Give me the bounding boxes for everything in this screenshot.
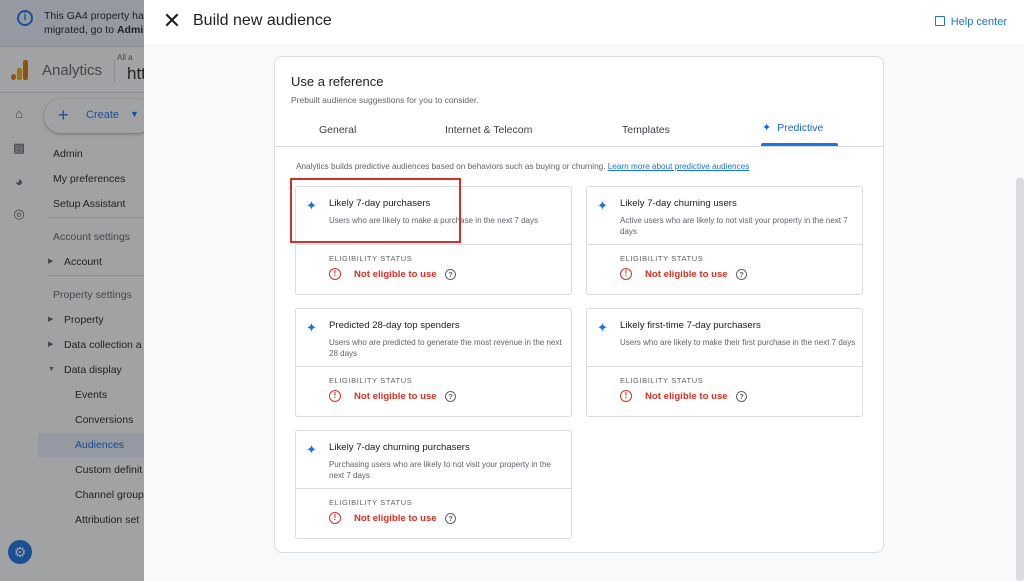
card-title: Likely 7-day churning purchasers: [329, 442, 470, 453]
tab-templates[interactable]: Templates: [622, 124, 670, 136]
panel-subtitle: Prebuilt audience suggestions for you to…: [291, 95, 479, 105]
annotation-highlight-box: [290, 178, 461, 243]
error-circle-icon: !: [329, 512, 341, 524]
eligibility-label: ELIGIBILITY STATUS: [620, 376, 704, 385]
close-icon[interactable]: ✕: [162, 9, 182, 33]
magic-wand-icon: ✦: [597, 320, 608, 335]
predictive-note-text: Analytics builds predictive audiences ba…: [296, 162, 606, 171]
eligibility-label: ELIGIBILITY STATUS: [329, 498, 413, 507]
error-circle-icon: !: [620, 268, 632, 280]
build-audience-dialog: ✕ Build new audience Help center Use a r…: [144, 0, 1024, 581]
card-description: Users who are predicted to generate the …: [329, 338, 562, 358]
card-header: ✦ Likely 7-day churning users Active use…: [587, 187, 862, 245]
card-description: Users who are likely to make their first…: [620, 338, 856, 347]
audience-card-predicted-28-day-top-spenders[interactable]: ✦ Predicted 28-day top spenders Users wh…: [295, 308, 572, 417]
help-circle-icon[interactable]: ?: [445, 269, 456, 280]
tab-general[interactable]: General: [319, 124, 356, 136]
magic-wand-icon: ✦: [762, 122, 772, 134]
predictive-note: Analytics builds predictive audiences ba…: [296, 162, 749, 171]
eligibility-status: Not eligible to use: [354, 513, 437, 524]
card-description: Active users who are likely to not visit…: [620, 216, 848, 236]
error-circle-icon: !: [620, 390, 632, 402]
card-title: Predicted 28-day top spenders: [329, 320, 460, 331]
card-title: Likely first-time 7-day purchasers: [620, 320, 761, 331]
eligibility-status: Not eligible to use: [645, 391, 728, 402]
modal-scrim[interactable]: [0, 0, 144, 581]
eligibility-status: Not eligible to use: [354, 391, 437, 402]
card-header: ✦ Likely 7-day churning purchasers Purch…: [296, 431, 571, 489]
reference-tabs: General Internet & Telecom Templates ✦ Pr…: [275, 114, 883, 147]
eligibility-label: ELIGIBILITY STATUS: [620, 254, 704, 263]
eligibility-label: ELIGIBILITY STATUS: [329, 254, 413, 263]
magic-wand-icon: ✦: [306, 320, 317, 335]
error-circle-icon: !: [329, 268, 341, 280]
card-header: ✦ Likely first-time 7-day purchasers Use…: [587, 309, 862, 367]
scrollbar[interactable]: [1016, 178, 1024, 581]
dialog-title: Build new audience: [193, 12, 332, 29]
magic-wand-icon: ✦: [306, 442, 317, 457]
active-tab-indicator: [761, 143, 838, 146]
card-title: Likely 7-day churning users: [620, 198, 737, 209]
help-center-label: Help center: [950, 16, 1007, 28]
dialog-header: ✕ Build new audience Help center: [144, 0, 1024, 44]
card-description: Purchasing users who are likely to not v…: [329, 460, 551, 480]
magic-wand-icon: ✦: [597, 198, 608, 213]
error-circle-icon: !: [329, 390, 341, 402]
audience-card-likely-7-day-churning-purchasers[interactable]: ✦ Likely 7-day churning purchasers Purch…: [295, 430, 572, 539]
card-header: ✦ Predicted 28-day top spenders Users wh…: [296, 309, 571, 367]
help-circle-icon[interactable]: ?: [736, 391, 747, 402]
tab-internet-telecom[interactable]: Internet & Telecom: [445, 124, 532, 136]
help-circle-icon[interactable]: ?: [736, 269, 747, 280]
help-circle-icon[interactable]: ?: [445, 513, 456, 524]
panel-title: Use a reference: [291, 74, 384, 89]
learn-more-link[interactable]: Learn more about predictive audiences: [608, 162, 750, 171]
tab-predictive-label: Predictive: [777, 122, 824, 134]
tab-predictive[interactable]: ✦ Predictive: [762, 121, 823, 134]
reference-panel: Use a reference Prebuilt audience sugges…: [274, 56, 884, 553]
help-center-link[interactable]: Help center: [934, 15, 1007, 28]
audience-card-likely-7-day-churning-users[interactable]: ✦ Likely 7-day churning users Active use…: [586, 186, 863, 295]
eligibility-status: Not eligible to use: [354, 269, 437, 280]
eligibility-status: Not eligible to use: [645, 269, 728, 280]
help-circle-icon[interactable]: ?: [445, 391, 456, 402]
eligibility-label: ELIGIBILITY STATUS: [329, 376, 413, 385]
audience-card-likely-first-time-7-day-purchasers[interactable]: ✦ Likely first-time 7-day purchasers Use…: [586, 308, 863, 417]
open-in-new-icon: [934, 16, 945, 26]
